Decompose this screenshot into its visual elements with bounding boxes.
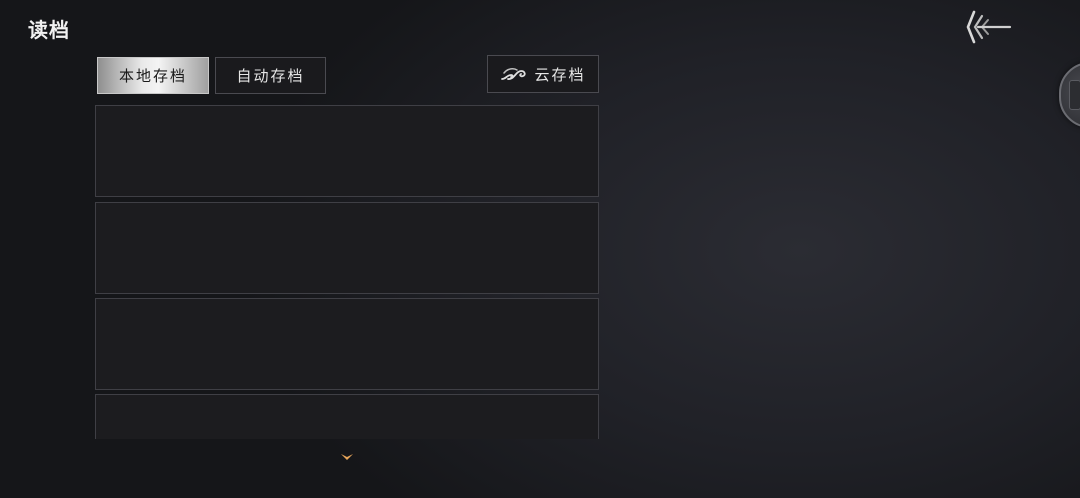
- save-slot[interactable]: [95, 394, 599, 439]
- back-button[interactable]: [964, 8, 1014, 46]
- back-arrow-icon: [966, 10, 1012, 44]
- cloud-save-label: 云存档: [534, 65, 586, 84]
- cloud-save-button[interactable]: 云存档: [487, 55, 599, 93]
- save-slot[interactable]: [95, 202, 599, 294]
- save-slot-list[interactable]: [95, 105, 599, 439]
- tab-auto-saves[interactable]: 自动存档: [215, 57, 326, 94]
- scroll-down-button[interactable]: [340, 452, 354, 462]
- save-slot[interactable]: [95, 298, 599, 390]
- chevron-down-icon: [341, 454, 353, 460]
- side-drawer-handle[interactable]: [1059, 62, 1080, 128]
- tab-local-saves[interactable]: 本地存档: [97, 57, 209, 94]
- save-slot[interactable]: [95, 105, 599, 197]
- page-title: 读档: [28, 18, 70, 42]
- cloud-icon: [501, 68, 527, 80]
